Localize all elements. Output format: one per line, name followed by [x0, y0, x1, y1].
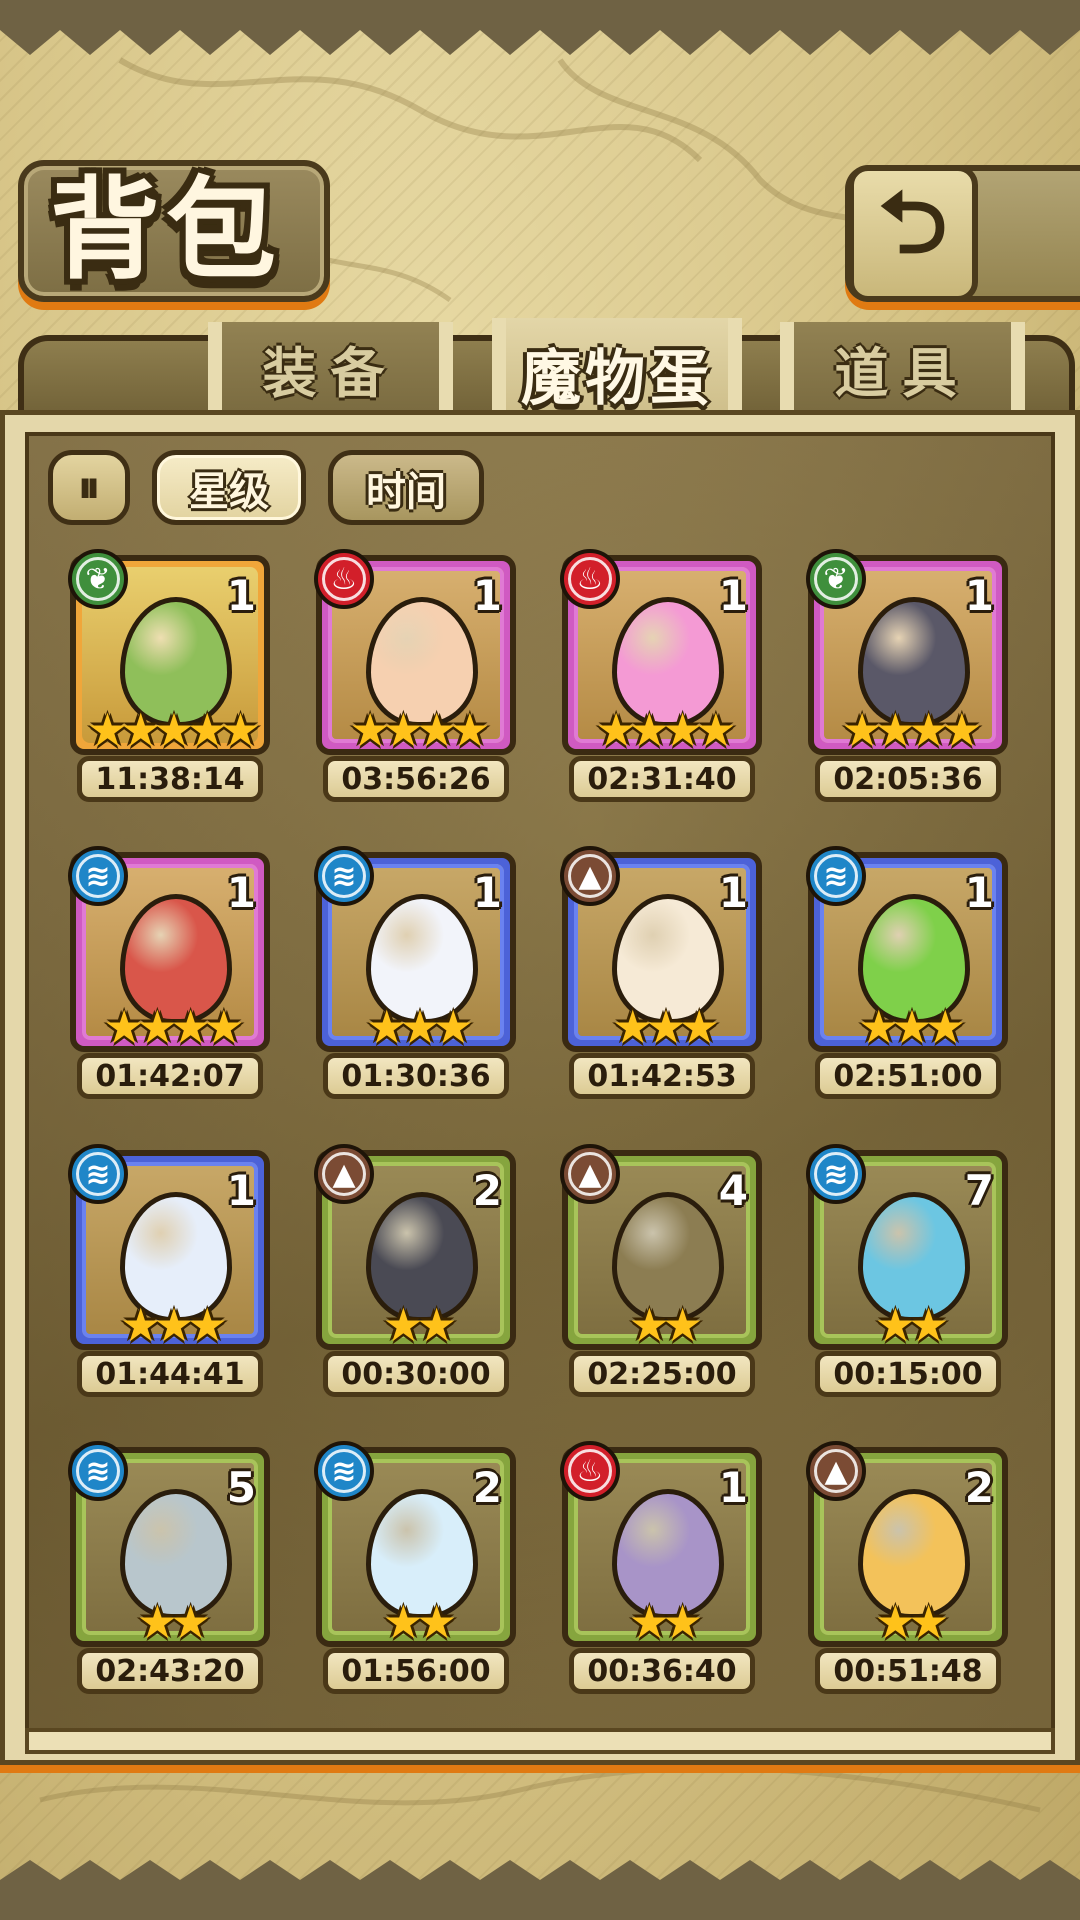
egg-card[interactable]: 1 ♨ ★★★★ [314, 549, 516, 757]
star-rating: ★★★ [120, 1298, 228, 1352]
hatch-timer: 02:51:00 [815, 1053, 1001, 1099]
jagged-bottom-border [0, 1860, 1080, 1920]
sort-by-time-button[interactable]: 时间 [328, 450, 484, 525]
star-rating: ★★ [136, 1595, 211, 1649]
water-element-icon: ≋ [806, 1144, 866, 1204]
water-element-icon: ≋ [806, 846, 866, 906]
star-rating: ★★★ [612, 1000, 720, 1054]
jagged-top-border [0, 0, 1080, 55]
earth-element-icon: ▲ [560, 846, 620, 906]
star-rating: ★★ [628, 1298, 703, 1352]
egg-card[interactable]: 1 ♨ ★★★★ [560, 549, 762, 757]
egg-count: 2 [964, 1463, 994, 1512]
egg-card[interactable]: 1 ≋ ★★★ [806, 846, 1008, 1054]
egg-card[interactable]: 2 ▲ ★★ [806, 1441, 1008, 1649]
water-element-icon: ≋ [68, 846, 128, 906]
egg-card[interactable]: 7 ≋ ★★ [806, 1144, 1008, 1352]
hatch-timer: 00:15:00 [815, 1351, 1001, 1397]
star-rating: ★★ [382, 1595, 457, 1649]
hatch-timer: 02:05:36 [815, 756, 1001, 802]
star-rating: ★★★★ [349, 703, 491, 757]
egg-card[interactable]: 1 ≋ ★★★ [68, 1144, 270, 1352]
hatch-timer: 02:31:40 [569, 756, 755, 802]
fire-element-icon: ♨ [560, 549, 620, 609]
hatch-timer: 01:44:41 [77, 1351, 263, 1397]
sort-order-toggle-button[interactable]: ⏸ [48, 450, 130, 525]
egg-card[interactable]: 1 ≋ ★★★★ [68, 846, 270, 1054]
water-element-icon: ≋ [68, 1441, 128, 1501]
hatch-timer: 00:36:40 [569, 1648, 755, 1694]
egg-count: 2 [472, 1166, 502, 1215]
leaf-element-icon: ❦ [68, 549, 128, 609]
star-rating: ★★ [874, 1595, 949, 1649]
egg-count: 1 [472, 571, 502, 620]
egg-count: 1 [718, 571, 748, 620]
egg-card[interactable]: 1 ♨ ★★ [560, 1441, 762, 1649]
hatch-timer: 01:42:07 [77, 1053, 263, 1099]
hatch-timer: 11:38:14 [77, 756, 263, 802]
fire-element-icon: ♨ [314, 549, 374, 609]
sort-by-star-button[interactable]: 星级 [152, 450, 306, 525]
hatch-timer: 02:25:00 [569, 1351, 755, 1397]
egg-count: 2 [472, 1463, 502, 1512]
earth-element-icon: ▲ [560, 1144, 620, 1204]
hatch-timer: 01:56:00 [323, 1648, 509, 1694]
water-element-icon: ≋ [314, 846, 374, 906]
star-rating: ★★★★ [103, 1000, 245, 1054]
star-rating: ★★★ [366, 1000, 474, 1054]
panel-bottom-bar [25, 1728, 1055, 1754]
tab-items[interactable]: 道具 [780, 322, 1025, 414]
egg-count: 1 [226, 571, 256, 620]
star-rating: ★★ [628, 1595, 703, 1649]
egg-count: 1 [718, 1463, 748, 1512]
egg-card[interactable]: 1 ❦ ★★★★★ [68, 549, 270, 757]
hatch-timer: 03:56:26 [323, 756, 509, 802]
egg-count: 7 [964, 1166, 994, 1215]
egg-count: 4 [718, 1166, 748, 1215]
egg-count: 1 [964, 868, 994, 917]
egg-count: 1 [226, 1166, 256, 1215]
earth-element-icon: ▲ [314, 1144, 374, 1204]
star-rating: ★★ [382, 1298, 457, 1352]
egg-card[interactable]: 1 ▲ ★★★ [560, 846, 762, 1054]
water-element-icon: ≋ [314, 1441, 374, 1501]
star-rating: ★★★★ [841, 703, 983, 757]
sort-toggle-icon: ⏸ [78, 462, 100, 513]
page-title: 背包 [50, 166, 282, 294]
egg-card[interactable]: 1 ❦ ★★★★ [806, 549, 1008, 757]
fire-element-icon: ♨ [560, 1441, 620, 1501]
star-rating: ★★★ [858, 1000, 966, 1054]
star-rating: ★★ [874, 1298, 949, 1352]
egg-count: 1 [472, 868, 502, 917]
hatch-timer: 01:30:36 [323, 1053, 509, 1099]
egg-card[interactable]: 2 ≋ ★★ [314, 1441, 516, 1649]
egg-card[interactable]: 2 ▲ ★★ [314, 1144, 516, 1352]
egg-card[interactable]: 4 ▲ ★★ [560, 1144, 762, 1352]
hatch-timer: 02:43:20 [77, 1648, 263, 1694]
egg-card[interactable]: 5 ≋ ★★ [68, 1441, 270, 1649]
egg-count: 5 [226, 1463, 256, 1512]
tab-equipment[interactable]: 装备 [208, 322, 453, 414]
hatch-timer: 01:42:53 [569, 1053, 755, 1099]
hatch-timer: 00:51:48 [815, 1648, 1001, 1694]
back-arrow-icon: ⮌ [878, 172, 948, 273]
egg-count: 1 [964, 571, 994, 620]
egg-count: 1 [226, 868, 256, 917]
leaf-element-icon: ❦ [806, 549, 866, 609]
star-rating: ★★★★ [595, 703, 737, 757]
earth-element-icon: ▲ [806, 1441, 866, 1501]
star-rating: ★★★★★ [86, 703, 261, 757]
egg-card[interactable]: 1 ≋ ★★★ [314, 846, 516, 1054]
back-button[interactable]: ⮌ [848, 165, 978, 302]
egg-count: 1 [718, 868, 748, 917]
hatch-timer: 00:30:00 [323, 1351, 509, 1397]
water-element-icon: ≋ [68, 1144, 128, 1204]
